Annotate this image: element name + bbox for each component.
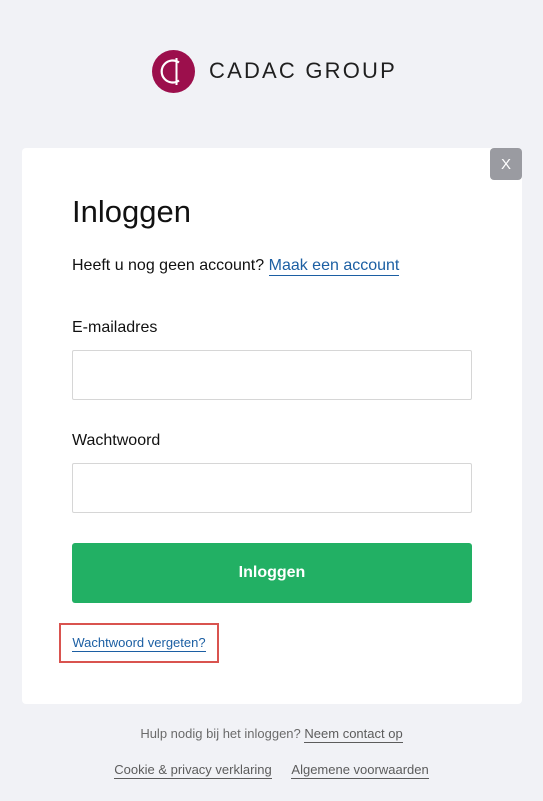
brand-name: CADAC GROUP <box>209 58 397 83</box>
login-modal: X Inloggen Heeft u nog geen account? Maa… <box>22 148 522 704</box>
password-field[interactable] <box>72 463 472 513</box>
create-account-link[interactable]: Maak een account <box>268 257 400 276</box>
forgot-password-highlight: Wachtwoord vergeten? <box>59 623 219 663</box>
page-title: Inloggen <box>72 194 191 229</box>
signup-prompt-text: Heeft u nog geen account? <box>72 257 265 274</box>
help-text: Hulp nodig bij het inloggen? <box>140 726 301 741</box>
close-button[interactable]: X <box>490 148 522 180</box>
email-field[interactable] <box>72 350 472 400</box>
help-line: Hulp nodig bij het inloggen? Neem contac… <box>0 726 543 743</box>
contact-link[interactable]: Neem contact op <box>304 726 403 743</box>
email-label: E-mailadres <box>72 319 158 336</box>
cadac-logo-icon <box>152 49 195 93</box>
password-label: Wachtwoord <box>72 432 161 449</box>
brand-header: CADAC GROUP <box>152 49 397 93</box>
footer-links: Cookie & privacy verklaring Algemene voo… <box>0 762 543 779</box>
cookie-privacy-link[interactable]: Cookie & privacy verklaring <box>114 762 272 779</box>
login-button[interactable]: Inloggen <box>72 543 472 603</box>
signup-prompt-line: Heeft u nog geen account? Maak een accou… <box>72 257 400 276</box>
terms-link[interactable]: Algemene voorwaarden <box>291 762 429 779</box>
forgot-password-link[interactable]: Wachtwoord vergeten? <box>72 635 206 652</box>
